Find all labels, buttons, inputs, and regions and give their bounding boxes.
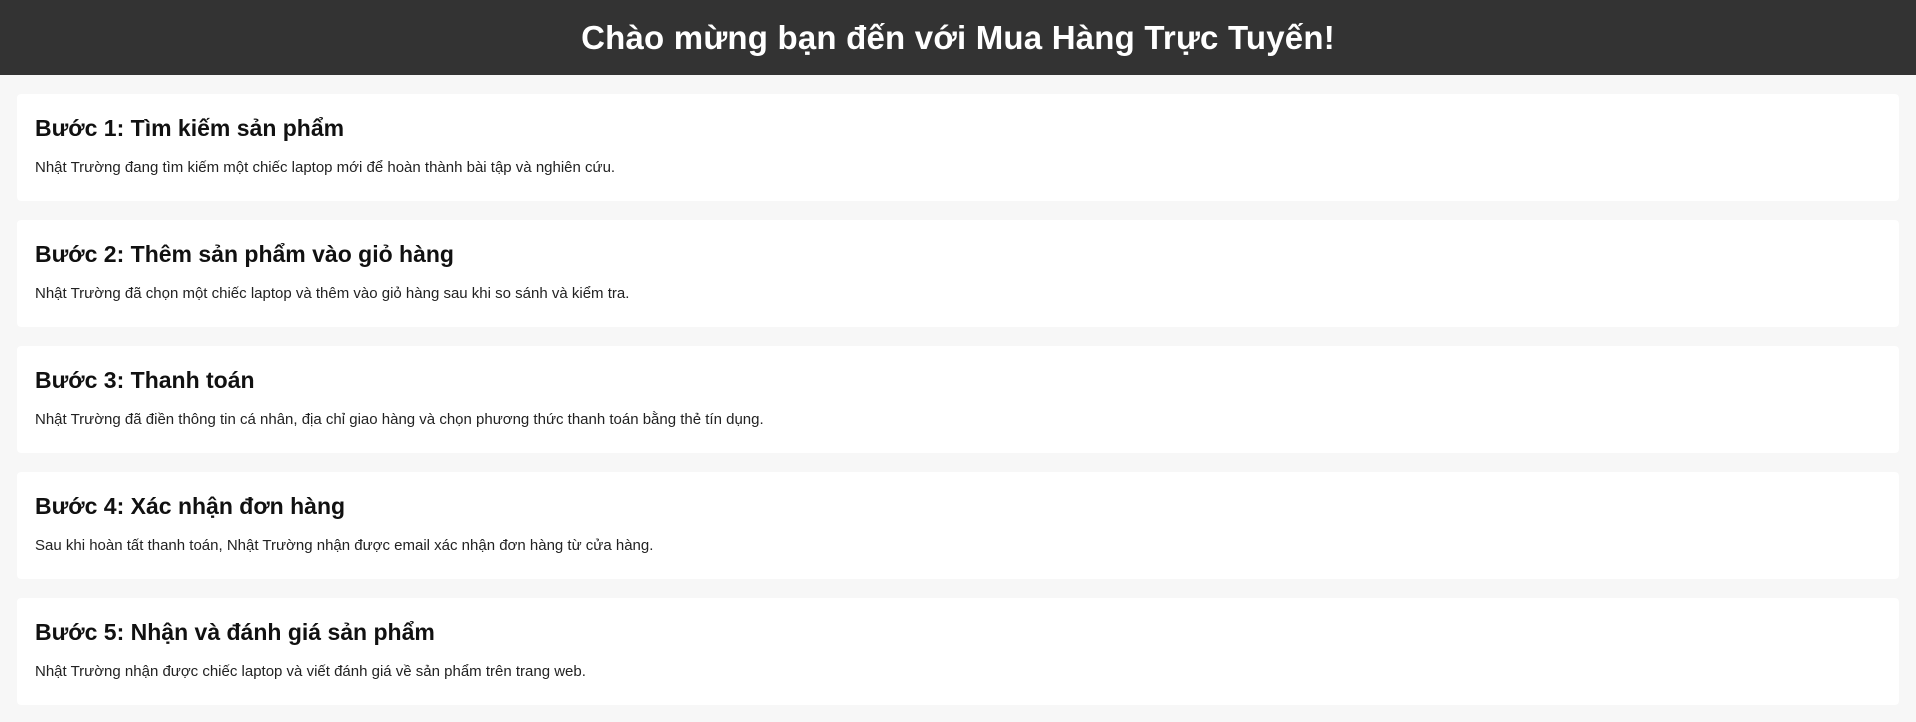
page-title: Chào mừng bạn đến với Mua Hàng Trực Tuyế… [581,18,1335,56]
step-description: Nhật Trường nhận được chiếc laptop và vi… [35,662,586,680]
step-title: Bước 2: Thêm sản phẩm vào giỏ hàng [35,241,454,267]
step-card-4: Bước 4: Xác nhận đơn hàng Sau khi hoàn t… [17,472,1899,579]
step-description: Nhật Trường đã chọn một chiếc laptop và … [35,284,630,302]
step-card-3: Bước 3: Thanh toán Nhật Trường đã điền t… [17,346,1899,453]
step-description: Nhật Trường đã điền thông tin cá nhân, đ… [35,410,764,428]
step-card-1: Bước 1: Tìm kiếm sản phẩm Nhật Trường đa… [17,94,1899,201]
site-header: Chào mừng bạn đến với Mua Hàng Trực Tuyế… [0,0,1916,75]
steps-list: Bước 1: Tìm kiếm sản phẩm Nhật Trường đa… [0,94,1916,705]
step-card-2: Bước 2: Thêm sản phẩm vào giỏ hàng Nhật … [17,220,1899,327]
step-title: Bước 5: Nhận và đánh giá sản phẩm [35,619,435,645]
step-description: Nhật Trường đang tìm kiếm một chiếc lapt… [35,158,616,176]
step-description: Sau khi hoàn tất thanh toán, Nhật Trường… [35,536,654,554]
step-title: Bước 3: Thanh toán [35,367,255,393]
step-title: Bước 4: Xác nhận đơn hàng [35,493,346,519]
step-card-5: Bước 5: Nhận và đánh giá sản phẩm Nhật T… [17,598,1899,705]
step-title: Bước 1: Tìm kiếm sản phẩm [35,115,345,141]
